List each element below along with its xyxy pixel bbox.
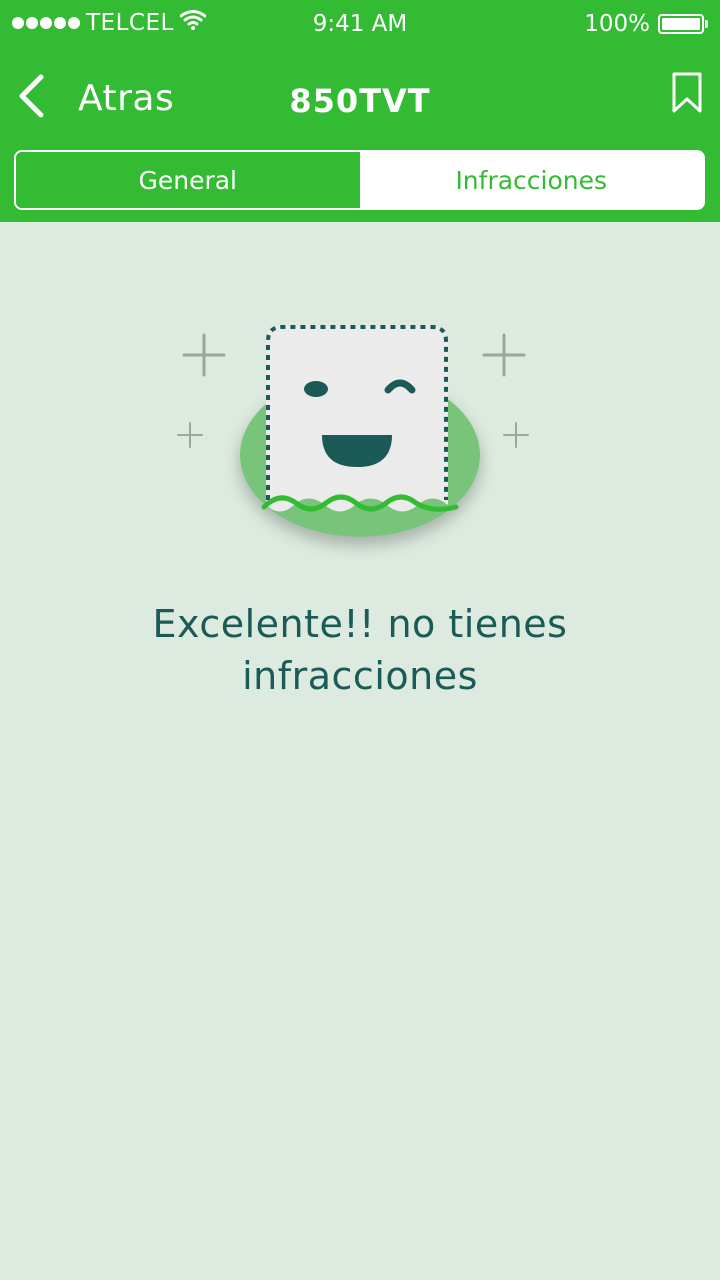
segmented-control: General Infracciones [14, 150, 705, 210]
status-bar: TELCEL 9:41 AM 100% [0, 0, 720, 48]
empty-state-message: Excelente!! no tienes infracciones [152, 602, 568, 698]
app-header: TELCEL 9:41 AM 100% Atras 850TVT General… [0, 0, 720, 222]
page-title: 850TVT [289, 82, 431, 120]
bookmark-button[interactable] [672, 72, 702, 118]
battery-icon [658, 14, 704, 34]
navigation-bar: Atras 850TVT [0, 60, 720, 140]
bookmark-icon [672, 72, 702, 118]
happy-ticket-icon [170, 310, 550, 560]
status-right: 100% [584, 11, 708, 37]
tab-infracciones-label: Infracciones [455, 165, 608, 195]
tab-infracciones[interactable]: Infracciones [359, 152, 703, 208]
battery-percent: 100% [584, 11, 650, 37]
tab-general-label: General [138, 165, 238, 195]
tab-general[interactable]: General [16, 152, 360, 208]
